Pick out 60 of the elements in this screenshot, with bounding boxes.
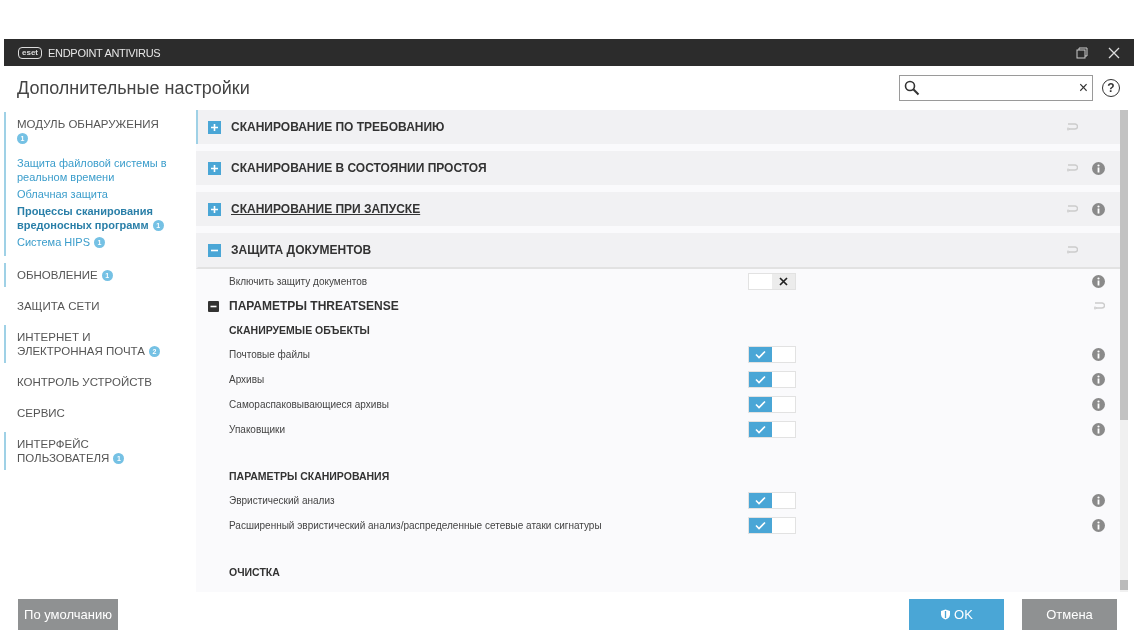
logo: eset (18, 46, 42, 59)
close-icon[interactable] (1108, 46, 1120, 59)
revert-icon[interactable] (1066, 163, 1078, 173)
setting-label: Расширенный эвристический анализ/распределенные сетевые атаки сигнатуры (229, 520, 603, 531)
restore-icon[interactable] (1076, 46, 1088, 59)
check-icon (755, 521, 766, 530)
toggle-switch[interactable] (748, 492, 796, 509)
expand-icon[interactable] (208, 120, 221, 134)
sidebar-item[interactable]: СЕРВИС (17, 405, 196, 421)
setting-label: Самораспаковывающиеся архивы (229, 399, 390, 410)
group-heading: ПАРАМЕТРЫ СКАНИРОВАНИЯ (228, 469, 391, 484)
info-icon[interactable] (1092, 348, 1105, 361)
setting-label: Включить защиту документов (229, 276, 369, 287)
info-icon[interactable] (1092, 398, 1105, 411)
scrollbar[interactable] (1120, 110, 1128, 592)
info-icon[interactable] (1092, 519, 1105, 532)
setting-label: Упаковщики (229, 424, 286, 435)
check-icon (755, 350, 766, 359)
check-icon (755, 425, 766, 434)
setting-label: Эвристический анализ (229, 495, 336, 506)
check-icon (755, 496, 766, 505)
group-heading: СКАНИРУЕМЫЕ ОБЪЕКТЫ (228, 323, 371, 338)
info-icon[interactable] (1092, 423, 1105, 436)
toggle-switch[interactable] (748, 421, 796, 438)
info-icon[interactable] (1092, 275, 1105, 288)
subsection-header[interactable]: ПАРАМЕТРЫ THREATSENSE (196, 294, 1120, 318)
check-icon (755, 400, 766, 409)
toggle-switch[interactable] (748, 273, 796, 290)
info-icon[interactable] (1092, 161, 1105, 175)
section-header[interactable]: ЗАЩИТА ДОКУМЕНТОВ (196, 233, 1120, 269)
expand-icon[interactable] (208, 202, 221, 216)
section-header[interactable]: СКАНИРОВАНИЕ ПО ТРЕБОВАНИЮ (196, 110, 1120, 144)
sidebar-item[interactable]: ЗАЩИТА СЕТИ (17, 298, 196, 314)
section-header[interactable]: СКАНИРОВАНИЕ ПРИ ЗАПУСКЕ (196, 192, 1120, 226)
setting-label: Почтовые файлы (229, 349, 311, 360)
group-heading: ОЧИСТКА (228, 565, 281, 580)
window-title: ENDPOINT ANTIVIRUS (48, 46, 161, 59)
check-icon (755, 375, 766, 384)
clear-button[interactable]: × (1078, 79, 1088, 97)
search-field[interactable]: × (899, 75, 1093, 101)
setting-label: Архивы (229, 374, 266, 385)
page-title: Дополнительные настройки (17, 77, 250, 99)
toggle-switch[interactable] (748, 371, 796, 388)
search-icon (904, 80, 920, 96)
expand-icon[interactable] (208, 161, 221, 175)
info-icon[interactable] (1092, 373, 1105, 386)
revert-icon[interactable] (1066, 122, 1078, 132)
shield-icon (940, 608, 952, 620)
collapse-icon[interactable] (208, 300, 219, 312)
toggle-switch[interactable] (748, 517, 796, 534)
revert-icon[interactable] (1093, 301, 1105, 311)
x-icon (779, 277, 788, 286)
info-icon[interactable] (1092, 494, 1105, 507)
sidebar-item[interactable]: КОНТРОЛЬ УСТРОЙСТВ (17, 374, 196, 390)
revert-icon[interactable] (1066, 245, 1078, 255)
toggle-switch[interactable] (748, 396, 796, 413)
info-icon[interactable] (1092, 202, 1105, 216)
section-header[interactable]: СКАНИРОВАНИЕ В СОСТОЯНИИ ПРОСТОЯ (196, 151, 1120, 185)
revert-icon[interactable] (1066, 204, 1078, 214)
toggle-switch[interactable] (748, 346, 796, 363)
